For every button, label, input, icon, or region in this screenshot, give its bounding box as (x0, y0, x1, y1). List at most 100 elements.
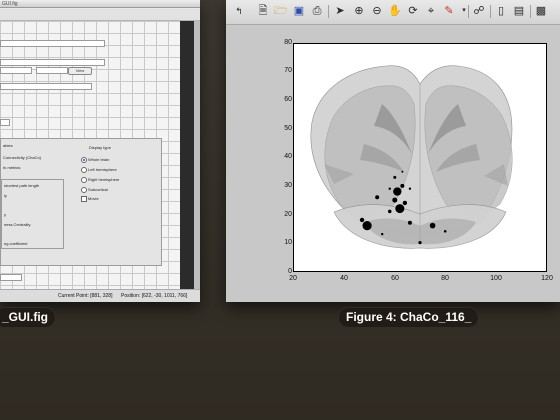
zoom-in-icon[interactable]: ⊕ (352, 4, 366, 18)
figure-toolbar: ↰ 🗎 🗁 ▣ ⎙ ➤ ⊕ ⊖ ✋ ⟳ ⌖ ✎ ▾ ☍ ▯ ▤ ▩ (226, 0, 560, 25)
y-tick-label: 60 (284, 96, 292, 103)
guide-right-edge (194, 21, 200, 289)
figure-plot-area: 0 10 20 30 40 50 60 70 80 20 40 60 80 10… (226, 25, 560, 302)
toolbar-separator (468, 5, 469, 18)
radio-whole-brain[interactable] (81, 157, 87, 163)
plot-axes[interactable] (293, 43, 547, 272)
toolbar-separator (490, 5, 491, 18)
x-tick-label: 60 (391, 275, 399, 282)
y-tick-label: 80 (284, 39, 292, 46)
radio-subcortical[interactable] (81, 187, 87, 193)
toolbar-separator (328, 5, 329, 18)
scatter-point (395, 204, 405, 214)
radio-left-hemisphere[interactable] (81, 167, 87, 173)
scatter-point (443, 229, 447, 233)
panel-left-item[interactable]: shortest path length (4, 183, 39, 188)
guide-titlebar[interactable]: GUI.fig (0, 0, 200, 8)
pan-icon[interactable]: ✋ (388, 4, 402, 18)
y-tick-label: 70 (284, 67, 292, 74)
guide-edit-field-5[interactable] (0, 83, 92, 90)
print-icon[interactable]: ⎙ (310, 4, 324, 18)
scatter-point (408, 187, 412, 190)
brain-mesh (310, 65, 513, 249)
y-tick-label: 10 (284, 239, 292, 246)
scatter-point (401, 170, 404, 173)
display-type-title: Display type (89, 145, 111, 150)
guide-vertical-scrollbar[interactable] (180, 21, 194, 289)
panel-left-item[interactable]: Connectivity (ChaCo) (3, 155, 41, 160)
scatter-point (381, 232, 384, 236)
brush-icon[interactable]: ✎ (442, 4, 456, 18)
x-tick-label: 100 (490, 275, 502, 282)
position-readout: Position: [622, -30, 1011, 766] (121, 293, 188, 299)
guide-edit-field-3[interactable] (0, 67, 32, 74)
radio-right-hemisphere[interactable] (81, 177, 87, 183)
open-file-icon[interactable]: 🗁 (274, 4, 288, 18)
x-tick-label: 120 (541, 275, 553, 282)
x-tick-label: 80 (441, 275, 449, 282)
radio-label: Left hemisphere (88, 167, 117, 172)
panel-left-item[interactable]: ly (4, 193, 7, 198)
guide-edit-field-2[interactable] (0, 59, 105, 66)
figure-window[interactable]: ↰ 🗎 🗁 ▣ ⎙ ➤ ⊕ ⊖ ✋ ⟳ ⌖ ✎ ▾ ☍ ▯ ▤ ▩ 0 10 2… (226, 0, 560, 302)
scatter-point (362, 221, 372, 231)
hide-plot-tools-icon[interactable]: ▩ (534, 4, 548, 18)
new-figure-icon[interactable]: 🗎 (256, 4, 270, 18)
guide-title: GUI.fig (2, 1, 18, 7)
x-tick-label: 20 (289, 275, 297, 282)
movie-label: Movie (88, 196, 99, 201)
scatter-point (387, 209, 392, 214)
scatter-point (400, 183, 405, 188)
link-plot-icon[interactable]: ☍ (472, 4, 486, 18)
scatter-point (392, 197, 398, 203)
legend-icon[interactable]: ▤ (512, 4, 526, 18)
scatter-point (402, 200, 408, 206)
figure-window-label[interactable]: Figure 4: ChaCo_116_ (338, 307, 480, 328)
data-cursor-icon[interactable]: ⌖ (424, 4, 438, 18)
save-icon[interactable]: ▣ (292, 4, 306, 18)
current-point-readout: Current Point: [881, 328] (58, 293, 113, 299)
toolbar-separator (530, 5, 531, 18)
guide-layout-canvas[interactable]: View ables Display type Connectivity (Ch… (0, 21, 180, 289)
scatter-point (429, 222, 436, 229)
guide-options-panel: ables Display type Connectivity (ChaCo) … (0, 138, 162, 266)
guide-window[interactable]: GUI.fig View ables Display type Connecti… (0, 0, 200, 302)
scatter-point (388, 187, 391, 190)
radio-label: Right hemisphere (88, 177, 120, 182)
brain-render (310, 65, 513, 249)
scatter-point (375, 195, 380, 200)
panel-left-item[interactable]: rk metrics (3, 165, 20, 170)
panel-left-item[interactable]: y (4, 212, 6, 217)
guide-window-label[interactable]: _GUI.fig (0, 307, 57, 328)
x-tick-label: 40 (340, 275, 348, 282)
radio-label: Subcortical (88, 187, 108, 192)
metrics-subpanel: shortest path length ly y ness Centralit… (1, 179, 64, 249)
guide-edit-field-1[interactable] (0, 40, 105, 47)
guide-small-control[interactable] (0, 119, 10, 126)
colorbar-icon[interactable]: ▯ (494, 4, 508, 18)
zoom-out-icon[interactable]: ⊖ (370, 4, 384, 18)
y-tick-label: 50 (284, 125, 292, 132)
scatter-point (393, 175, 397, 179)
pointer-icon[interactable]: ➤ (333, 4, 347, 18)
guide-toolbar (0, 9, 200, 21)
scatter-point (393, 187, 402, 196)
arrow-dock-icon[interactable]: ↰ (232, 4, 246, 18)
rotate-icon[interactable]: ⟳ (406, 4, 420, 18)
guide-bottom-field[interactable] (0, 274, 22, 281)
y-tick-label: 20 (284, 211, 292, 218)
y-tick-label: 0 (288, 268, 292, 275)
scatter-point (359, 217, 365, 223)
scatter-point (407, 220, 412, 225)
movie-checkbox[interactable] (81, 196, 87, 202)
guide-edit-field-4[interactable] (36, 67, 68, 74)
panel-left-item[interactable]: ness Centrality (4, 222, 30, 227)
panel-title-left: ables (3, 143, 13, 148)
panel-left-item[interactable]: ng coefficient (4, 241, 28, 246)
y-tick-label: 30 (284, 182, 292, 189)
radio-label: Whole brain (88, 157, 110, 162)
guide-status-bar: Current Point: [881, 328] Position: [622… (0, 289, 200, 302)
scatter-point (418, 241, 422, 245)
guide-view-button[interactable]: View (68, 67, 92, 75)
y-tick-label: 40 (284, 153, 292, 160)
